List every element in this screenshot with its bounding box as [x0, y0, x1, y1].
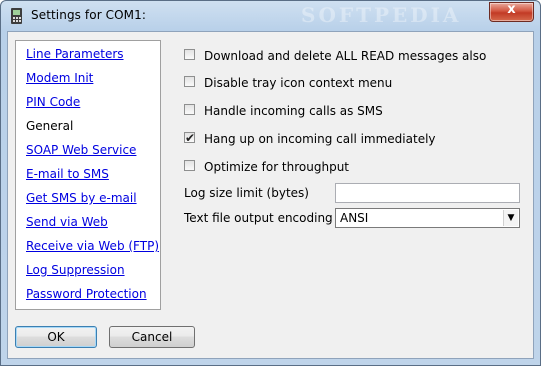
cancel-button[interactable]: Cancel: [109, 326, 195, 348]
close-button[interactable]: x: [489, 2, 534, 22]
sidebar-item-send-via-web[interactable]: Send via Web: [16, 212, 160, 232]
dialog-client-area: Line Parameters Modem Init PIN Code Gene…: [7, 31, 534, 359]
sidebar-item-pin-code[interactable]: PIN Code: [16, 92, 160, 112]
sidebar-item-soap-web-service[interactable]: SOAP Web Service: [16, 140, 160, 160]
settings-window: Settings for COM1: SOFTPEDIA x Line Para…: [0, 0, 541, 366]
log-size-input[interactable]: [335, 183, 520, 203]
checkbox[interactable]: [184, 160, 195, 171]
sidebar-item-get-sms-by-email[interactable]: Get SMS by e-mail: [16, 188, 160, 208]
sidebar-item-log-suppression[interactable]: Log Suppression: [16, 260, 160, 280]
checkbox[interactable]: [184, 104, 195, 115]
sidebar-item-line-parameters[interactable]: Line Parameters: [16, 44, 160, 64]
encoding-value: ANSI: [340, 211, 369, 225]
sidebar-item-receive-via-web[interactable]: Receive via Web (FTP): [16, 236, 160, 256]
watermark: SOFTPEDIA: [301, 3, 462, 27]
sidebar-item-password-protection[interactable]: Password Protection: [16, 284, 160, 304]
encoding-select[interactable]: ANSI ▼: [335, 208, 520, 228]
chevron-down-icon[interactable]: ▼: [503, 210, 518, 226]
option-label: Disable tray icon context menu: [204, 76, 393, 90]
window-title: Settings for COM1:: [31, 8, 147, 22]
option-label: Handle incoming calls as SMS: [204, 104, 383, 118]
checkbox-checked[interactable]: ✔: [184, 131, 195, 145]
option-label: Optimize for throughput: [204, 160, 350, 174]
option-label: Hang up on incoming call immediately: [204, 132, 436, 146]
close-icon: x: [507, 2, 516, 17]
checkbox[interactable]: [184, 76, 195, 87]
settings-sidebar: Line Parameters Modem Init PIN Code Gene…: [15, 40, 161, 310]
sidebar-item-email-to-sms[interactable]: E-mail to SMS: [16, 164, 160, 184]
sidebar-item-modem-init[interactable]: Modem Init: [16, 68, 160, 88]
encoding-label: Text file output encoding: [184, 211, 333, 225]
phone-settings-icon: [11, 8, 22, 24]
option-label: Download and delete ALL READ messages al…: [204, 49, 487, 63]
log-size-label: Log size limit (bytes): [184, 186, 309, 200]
checkbox[interactable]: [184, 49, 195, 60]
checkmark-icon: ✔: [185, 131, 196, 145]
ok-button[interactable]: OK: [15, 326, 97, 348]
title-bar[interactable]: Settings for COM1: SOFTPEDIA x: [1, 1, 540, 31]
sidebar-item-general[interactable]: General: [16, 116, 160, 136]
